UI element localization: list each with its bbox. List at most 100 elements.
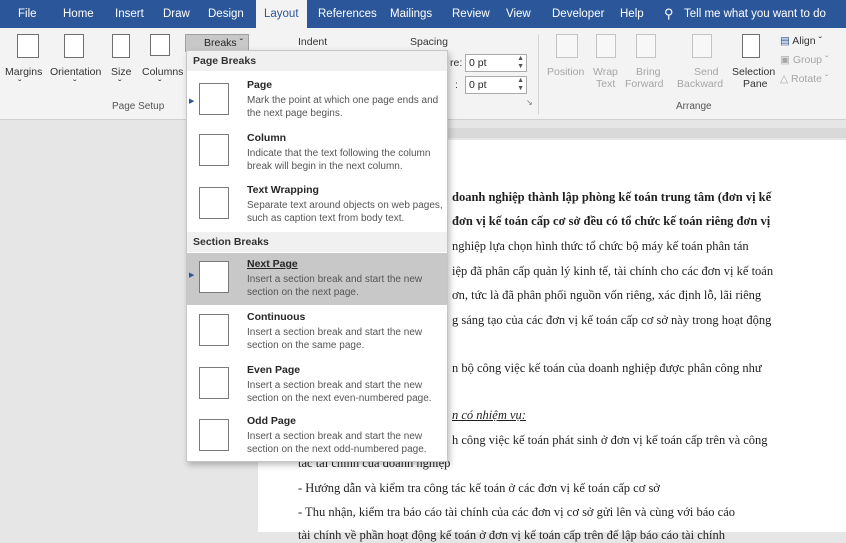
group-button[interactable]: ▣ Group ˇ <box>780 54 828 66</box>
odd-page-break-icon <box>199 419 229 451</box>
doc-line: n có nhiệm vụ: <box>452 408 526 422</box>
menu-item-description: Insert a section break and start the new… <box>247 274 423 298</box>
indent-label: Indent <box>298 36 328 48</box>
size-icon[interactable] <box>112 34 130 58</box>
bring-forward-icon[interactable] <box>636 34 656 58</box>
orientation-button[interactable]: Orientation <box>50 66 101 78</box>
menu-item-description: Insert a section break and start the new… <box>247 380 432 404</box>
pointer-triangle-icon: ▶ <box>189 272 195 279</box>
menu-item-title: Column <box>247 132 287 144</box>
menu-item-column-break[interactable]: Column Indicate that the text following … <box>187 126 447 178</box>
lightbulb-icon: ⚲ <box>664 6 674 21</box>
menu-item-title: Next Page <box>247 258 298 270</box>
doc-line: nghiệp lựa chọn hình thức tổ chức bộ máy… <box>452 239 749 253</box>
menu-item-page-break[interactable]: ▶ Page Mark the point at which one page … <box>187 73 447 125</box>
chevron-down-icon: ˇ <box>158 78 162 90</box>
even-page-break-icon <box>199 367 229 399</box>
tab-developer[interactable]: Developer <box>552 0 604 28</box>
menu-item-title: Odd Page <box>247 415 297 427</box>
page-break-icon <box>199 83 229 115</box>
tab-mailings[interactable]: Mailings <box>390 0 432 28</box>
menu-item-description: Insert a section break and start the new… <box>247 327 423 351</box>
columns-button[interactable]: Columns <box>142 66 183 78</box>
margins-icon[interactable] <box>17 34 39 58</box>
position-icon[interactable] <box>556 34 578 58</box>
tab-review[interactable]: Review <box>452 0 490 28</box>
spinner-arrows-icon[interactable]: ▲ ▼ <box>517 77 524 93</box>
bring-forward-label-2: Forward <box>625 78 664 90</box>
send-backward-button[interactable]: Send <box>694 66 719 78</box>
margins-button[interactable]: Margins <box>5 66 42 78</box>
size-button[interactable]: Size <box>111 66 131 78</box>
menu-item-title: Page <box>247 79 273 91</box>
group-label-arrange: Arrange <box>676 101 712 112</box>
tab-layout[interactable]: Layout <box>256 0 307 28</box>
chevron-down-icon: ˇ <box>18 78 22 90</box>
align-button[interactable]: ▤ Align ˇ <box>780 35 822 47</box>
wrap-text-label-2: Text <box>596 78 616 90</box>
paragraph-launcher-icon[interactable]: ↘ <box>526 98 533 107</box>
section-breaks-header: Section Breaks <box>187 232 447 252</box>
menu-item-title: Text Wrapping <box>247 184 319 196</box>
tab-draw[interactable]: Draw <box>163 0 190 28</box>
tab-help[interactable]: Help <box>620 0 644 28</box>
continuous-break-icon <box>199 314 229 346</box>
tab-insert[interactable]: Insert <box>115 0 144 28</box>
menu-item-even-page[interactable]: Even Page Insert a section break and sta… <box>187 359 447 411</box>
group-divider <box>538 34 539 114</box>
doc-line: iệp đã phân cấp quản lý kinh tế, tài chí… <box>452 264 774 278</box>
wrap-text-button[interactable]: Wrap <box>593 66 618 78</box>
spacing-after-label: : <box>455 79 458 91</box>
columns-icon[interactable] <box>150 34 170 56</box>
pointer-triangle-icon: ▶ <box>189 98 195 105</box>
tell-me-search[interactable]: Tell me what you want to do <box>684 0 826 28</box>
menu-item-description: Insert a section break and start the new… <box>247 431 427 455</box>
send-backward-icon[interactable] <box>692 34 712 58</box>
selection-pane-label-2: Pane <box>743 78 768 90</box>
chevron-down-icon: ˇ <box>118 78 122 90</box>
tab-design[interactable]: Design <box>208 0 244 28</box>
bring-forward-button[interactable]: Bring <box>636 66 661 78</box>
doc-line: h công việc kế toán phát sinh ở đơn vị k… <box>452 433 768 447</box>
ribbon-tab-bar: File Home Insert Draw Design Layout Refe… <box>0 0 846 28</box>
column-break-icon <box>199 134 229 166</box>
doc-line: tài chính về phần hoạt động kế toán ở đơ… <box>298 528 725 542</box>
spacing-before-input[interactable]: 0 pt ▲ ▼ <box>465 54 527 72</box>
doc-line: n bộ công việc kế toán của doanh nghiệp … <box>452 361 762 375</box>
doc-line: - Thu nhận, kiểm tra báo cáo tài chính c… <box>298 505 736 519</box>
menu-item-odd-page[interactable]: Odd Page Insert a section break and star… <box>187 411 447 461</box>
tab-references[interactable]: References <box>318 0 377 28</box>
menu-item-continuous[interactable]: Continuous Insert a section break and st… <box>187 306 447 358</box>
menu-item-description: Mark the point at which one page ends an… <box>247 95 439 119</box>
spinner-arrows-icon[interactable]: ▲ ▼ <box>517 55 524 71</box>
menu-item-title: Continuous <box>247 311 306 323</box>
wrap-text-icon[interactable] <box>596 34 616 58</box>
text-wrapping-break-icon <box>199 187 229 219</box>
position-button[interactable]: Position <box>547 66 584 78</box>
spacing-label: Spacing <box>410 36 448 48</box>
orientation-icon[interactable] <box>64 34 84 58</box>
spacing-after-input[interactable]: 0 pt ▲ ▼ <box>465 76 527 94</box>
spacing-before-label: re: <box>450 57 463 69</box>
selection-pane-icon[interactable] <box>742 34 760 58</box>
group-label-page-setup: Page Setup <box>112 101 165 112</box>
tab-file[interactable]: File <box>18 0 37 28</box>
align-icon: ▤ <box>780 35 790 47</box>
send-backward-label-2: Backward <box>677 78 724 90</box>
tab-view[interactable]: View <box>506 0 531 28</box>
doc-line: đơn vị kế toán cấp cơ sở đều có tổ chức … <box>452 214 771 228</box>
group-icon: ▣ <box>780 54 790 66</box>
rotate-button[interactable]: △ Rotate ˇ <box>780 73 828 85</box>
menu-item-description: Separate text around objects on web page… <box>247 200 443 224</box>
doc-line: - Hướng dẫn và kiểm tra công tác kế toán… <box>298 481 660 495</box>
selection-pane-button[interactable]: Selection <box>732 66 775 78</box>
doc-line: doanh nghiệp thành lập phòng kế toán tru… <box>452 190 772 204</box>
menu-item-next-page[interactable]: ▶ Next Page Insert a section break and s… <box>187 253 447 305</box>
menu-item-text-wrapping-break[interactable]: Text Wrapping Separate text around objec… <box>187 179 447 231</box>
chevron-down-icon: ˇ <box>239 37 244 49</box>
menu-item-description: Indicate that the text following the col… <box>247 148 431 172</box>
doc-line: g sáng tạo của các đơn vị kế toán cấp cơ… <box>452 313 772 327</box>
next-page-break-icon <box>199 261 229 293</box>
tab-home[interactable]: Home <box>63 0 94 28</box>
rotate-icon: △ <box>780 73 789 85</box>
